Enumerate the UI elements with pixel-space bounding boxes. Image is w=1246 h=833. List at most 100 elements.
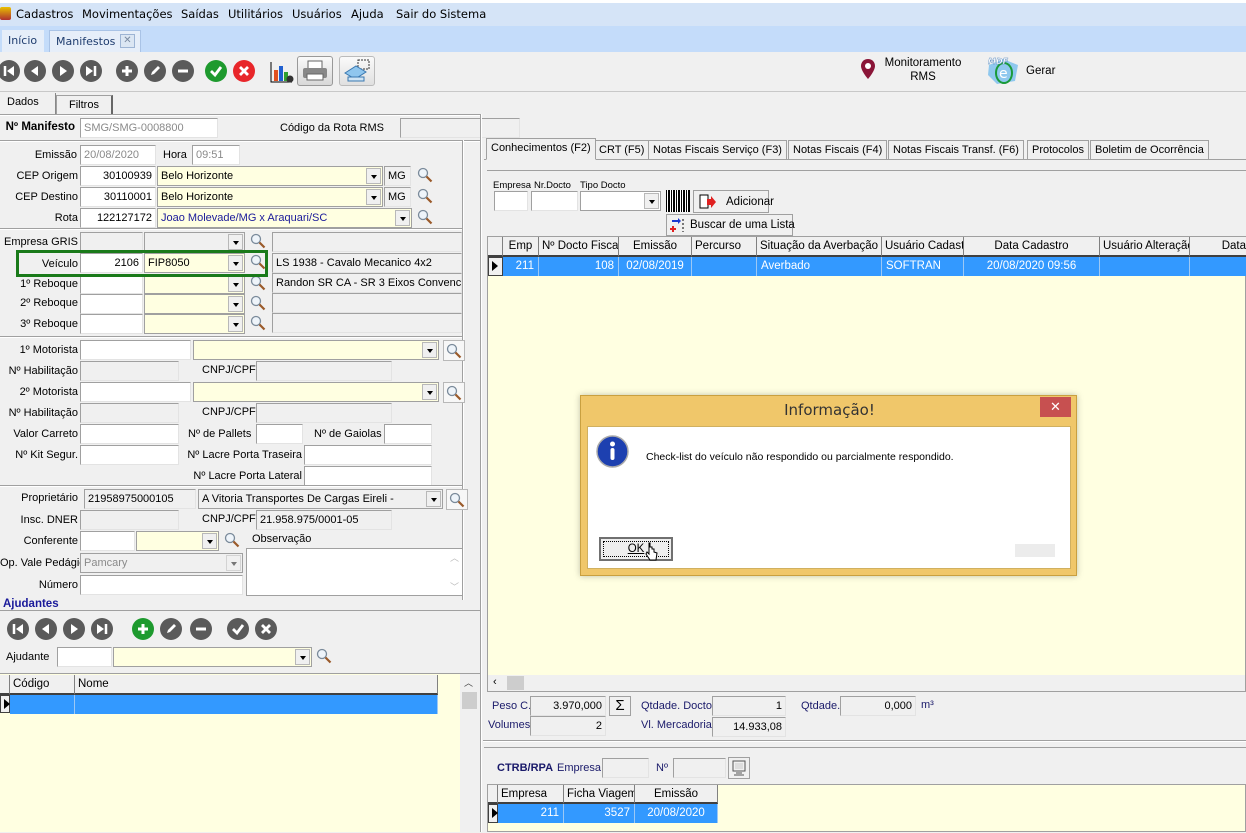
column-header-percurso[interactable]: Percurso	[692, 237, 757, 257]
tab-nf-transf[interactable]: Notas Fiscais Transf. (F6)	[888, 140, 1024, 160]
reboque2-code[interactable]	[80, 294, 143, 314]
prev-record-button[interactable]	[24, 60, 46, 82]
horizontal-scrollbar[interactable]: ‹	[488, 675, 1245, 691]
table-cell[interactable]: 20/08/2020	[635, 804, 718, 823]
empresa-filter-field[interactable]	[494, 191, 528, 211]
chevron-down-icon[interactable]	[366, 189, 381, 205]
last-record-button[interactable]	[80, 60, 102, 82]
gerar-button[interactable]: Gerar	[1026, 65, 1055, 77]
observacao-textarea[interactable]: ︿ ﹀	[246, 548, 463, 596]
print-preview-button[interactable]	[339, 56, 375, 86]
empresa-gris-combo[interactable]	[144, 232, 245, 252]
buscar-lista-button[interactable]: Buscar de uma Lista	[666, 214, 795, 236]
search-motorista1-button[interactable]	[443, 340, 465, 361]
column-header-codigo[interactable]: Código	[10, 675, 75, 695]
tab-manifestos[interactable]: Manifestos ✕	[49, 30, 141, 52]
reboque3-code[interactable]	[80, 314, 143, 334]
table-cell[interactable]: 211	[498, 804, 564, 823]
motorista2-combo[interactable]	[193, 382, 439, 402]
rota-combo[interactable]: Joao Molevade/MG x Araquari/SC	[157, 208, 412, 228]
cep-destino-code[interactable]: 30110001	[80, 187, 156, 207]
column-header-data-cadastro[interactable]: Data Cadastro	[964, 237, 1100, 257]
table-cell[interactable]	[75, 695, 438, 714]
reboque1-code[interactable]	[80, 274, 143, 294]
menu-usuarios[interactable]: Usuários	[292, 7, 342, 21]
tab-protocolos[interactable]: Protocolos	[1027, 140, 1089, 160]
print-button[interactable]	[297, 56, 333, 86]
ajudante-delete-button[interactable]	[190, 618, 212, 640]
map-pin-icon[interactable]	[860, 58, 876, 80]
chevron-down-icon[interactable]	[228, 296, 243, 312]
scroll-down-icon[interactable]: ﹀	[450, 580, 459, 593]
column-header-ficha-viagem[interactable]: Ficha Viagem	[564, 785, 635, 804]
reboque2-combo[interactable]	[144, 294, 245, 314]
chart-settings-icon[interactable]	[270, 60, 294, 84]
table-cell[interactable]: 108	[539, 257, 619, 276]
search-icon[interactable]	[224, 532, 240, 548]
table-cell[interactable]	[692, 257, 757, 276]
nrdocto-field[interactable]	[531, 191, 578, 211]
monitoramento-rms-button[interactable]: Monitoramento RMS	[880, 56, 966, 84]
add-button[interactable]	[116, 60, 138, 82]
column-header-empresa[interactable]: Empresa	[498, 785, 564, 804]
chevron-down-icon[interactable]	[395, 210, 410, 226]
emissao-field[interactable]: 20/08/2020	[80, 145, 156, 165]
tab-notas-fiscais[interactable]: Notas Fiscais (F4)	[788, 140, 888, 160]
search-icon[interactable]	[250, 295, 266, 311]
next-record-button[interactable]	[52, 60, 74, 82]
chevron-down-icon[interactable]	[228, 316, 243, 332]
table-cell[interactable]: Averbado	[757, 257, 882, 276]
column-header-emissao[interactable]: Emissão	[619, 237, 692, 257]
chevron-down-icon[interactable]	[228, 234, 243, 250]
ajudante-first-button[interactable]	[7, 618, 29, 640]
search-icon[interactable]	[316, 648, 332, 664]
tab-dados[interactable]: Dados	[0, 93, 56, 114]
scrollbar-thumb[interactable]	[462, 692, 477, 709]
tab-filtros[interactable]: Filtros	[56, 95, 113, 115]
column-header-emp[interactable]: Emp	[503, 237, 539, 257]
ajudante-next-button[interactable]	[63, 618, 85, 640]
table-cell[interactable]	[1100, 257, 1190, 276]
lacre-traseira-field[interactable]	[304, 445, 432, 465]
conferente-code[interactable]	[80, 531, 135, 551]
menu-ajuda[interactable]: Ajuda	[351, 7, 384, 21]
cep-destino-uf[interactable]: MG	[384, 187, 411, 207]
menu-cadastros[interactable]: Cadastros	[16, 7, 73, 21]
menu-movimentacoes[interactable]: Movimentações	[82, 7, 173, 21]
table-cell[interactable]	[1190, 257, 1246, 276]
menu-saidas[interactable]: Saídas	[181, 7, 219, 21]
chevron-down-icon[interactable]	[426, 491, 441, 507]
search-icon[interactable]	[417, 188, 433, 204]
edit-button[interactable]	[144, 60, 166, 82]
column-header-situacao[interactable]: Situação da Averbação	[757, 237, 882, 257]
scroll-up-icon[interactable]: ︿	[464, 676, 473, 689]
motorista2-code[interactable]	[80, 382, 191, 402]
table-cell[interactable]	[10, 695, 75, 714]
ctrb-view-button[interactable]	[728, 757, 750, 779]
tab-boletim[interactable]: Boletim de Ocorrência	[1090, 140, 1209, 160]
tipodocto-combo[interactable]	[580, 191, 661, 211]
table-cell[interactable]: 3527	[564, 804, 635, 823]
ajudante-prev-button[interactable]	[35, 618, 57, 640]
pallets-field[interactable]	[256, 424, 303, 444]
chevron-down-icon[interactable]	[422, 342, 437, 358]
chevron-down-icon[interactable]	[228, 276, 243, 292]
menu-utilitarios[interactable]: Utilitários	[228, 7, 283, 21]
vertical-scrollbar[interactable]: ︿	[460, 674, 480, 833]
tab-nf-servico[interactable]: Notas Fiscais Serviço (F3)	[648, 140, 787, 160]
column-header-usuario-cadastro[interactable]: Usuário Cadastro	[882, 237, 964, 257]
hora-field[interactable]: 09:51	[192, 145, 240, 165]
menu-sair[interactable]: Sair do Sistema	[396, 7, 486, 21]
sum-button[interactable]: Σ	[609, 696, 631, 716]
empresa-gris-code[interactable]	[80, 232, 143, 252]
reboque1-combo[interactable]	[144, 274, 245, 294]
tab-crt[interactable]: CRT (F5)	[594, 140, 650, 160]
column-header-nome[interactable]: Nome	[75, 675, 438, 695]
rota-code[interactable]: 122127172	[80, 208, 156, 228]
column-header-usuario-alteracao[interactable]: Usuário Alteração	[1100, 237, 1190, 257]
chevron-down-icon[interactable]	[202, 533, 217, 549]
cep-destino-city-combo[interactable]: Belo Horizonte	[157, 187, 383, 207]
codigo-rota-field[interactable]	[400, 118, 520, 138]
chevron-down-icon[interactable]	[295, 649, 310, 665]
first-record-button[interactable]	[0, 60, 20, 82]
